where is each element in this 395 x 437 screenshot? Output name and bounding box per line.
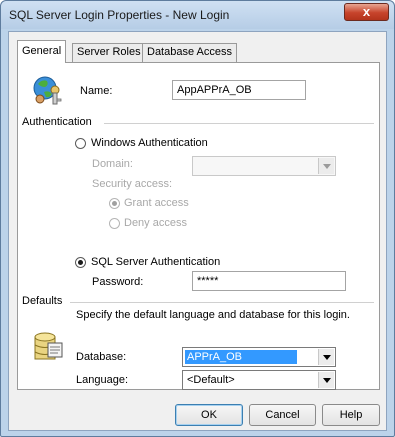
users-key-icon xyxy=(32,75,66,107)
defaults-group-label: Defaults xyxy=(22,295,63,307)
language-selected-value: <Default> xyxy=(187,374,235,386)
security-access-label: Security access: xyxy=(92,178,173,190)
grant-access-label[interactable]: Grant access xyxy=(124,197,189,209)
grant-access-radio[interactable] xyxy=(109,198,120,209)
help-button[interactable]: Help xyxy=(322,404,380,426)
sql-auth-label[interactable]: SQL Server Authentication xyxy=(91,256,220,268)
window-title: SQL Server Login Properties - New Login xyxy=(9,8,230,22)
ok-button[interactable]: OK xyxy=(175,404,243,426)
password-input-value: ***** xyxy=(197,275,219,287)
name-label: Name: xyxy=(80,85,112,97)
authentication-group-label: Authentication xyxy=(22,116,92,128)
language-label: Language: xyxy=(76,374,128,386)
chevron-down-icon xyxy=(318,158,334,174)
tab-database-access-label: Database Access xyxy=(147,46,232,58)
deny-access-label[interactable]: Deny access xyxy=(124,217,187,229)
tab-server-roles[interactable]: Server Roles xyxy=(72,43,146,62)
windows-auth-radio[interactable] xyxy=(75,138,86,149)
tab-general-label: General xyxy=(22,45,62,57)
close-icon: x xyxy=(362,4,371,19)
close-button[interactable]: x xyxy=(344,3,389,21)
password-input[interactable]: ***** xyxy=(192,271,346,291)
tab-database-access[interactable]: Database Access xyxy=(142,43,237,62)
domain-label: Domain: xyxy=(92,158,133,170)
name-input-value: AppAPPrA_OB xyxy=(177,84,252,96)
cancel-button[interactable]: Cancel xyxy=(249,404,316,426)
tab-server-roles-label: Server Roles xyxy=(77,46,141,58)
windows-auth-label[interactable]: Windows Authentication xyxy=(91,137,208,149)
chevron-down-icon xyxy=(318,349,334,365)
defaults-description: Specify the default language and databas… xyxy=(76,309,350,321)
domain-select[interactable] xyxy=(192,156,336,176)
defaults-divider xyxy=(70,302,374,303)
general-tab-panel: Name: AppAPPrA_OB Authentication Windows… xyxy=(17,62,380,390)
name-input[interactable]: AppAPPrA_OB xyxy=(172,80,306,100)
login-properties-window: SQL Server Login Properties - New Login … xyxy=(0,0,395,437)
dialog-client-area: General Server Roles Database Access Nam… xyxy=(8,31,387,431)
authentication-divider xyxy=(104,123,374,124)
chevron-down-icon xyxy=(318,372,334,388)
database-select[interactable]: APPrA_OB xyxy=(182,347,336,367)
database-selected-value: APPrA_OB xyxy=(185,350,297,364)
name-label-text: Name: xyxy=(80,85,113,97)
database-icon xyxy=(32,327,66,363)
password-label: Password: xyxy=(92,276,144,288)
tab-general[interactable]: General xyxy=(17,40,67,63)
sql-auth-radio[interactable] xyxy=(75,257,86,268)
title-bar[interactable]: SQL Server Login Properties - New Login … xyxy=(1,1,394,29)
language-select[interactable]: <Default> xyxy=(182,370,336,390)
database-label: Database: xyxy=(76,351,127,363)
deny-access-radio[interactable] xyxy=(109,218,120,229)
